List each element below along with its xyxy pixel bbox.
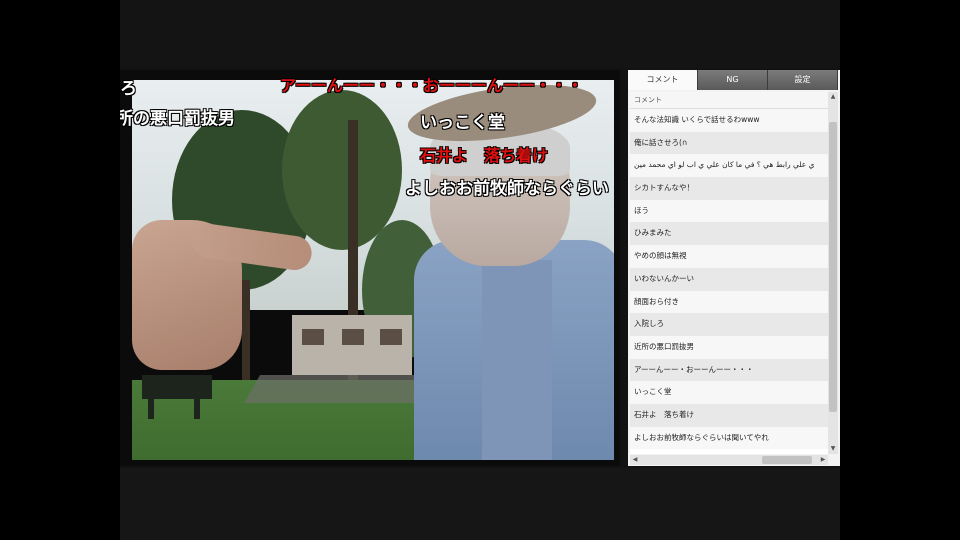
comment-row[interactable]: 俺に話させろ(∩: [630, 131, 828, 155]
picnic-table-leg: [148, 395, 154, 419]
comment-row[interactable]: 入院しろ: [630, 313, 828, 336]
scroll-up-icon[interactable]: ▲: [828, 92, 838, 102]
comment-row[interactable]: そんな法知識 いくらで話せるわwww: [630, 109, 828, 132]
scrollbar-thumb[interactable]: [829, 122, 837, 412]
overlay-comment: アーーんーー・・・おーーーんーー・・・: [280, 76, 584, 95]
comment-row[interactable]: 近所の悪口罰抜男: [630, 335, 828, 359]
overlay-comment: 石井よ 落ち着け: [420, 146, 549, 165]
background-building: [292, 315, 412, 375]
scroll-down-icon[interactable]: ▼: [828, 444, 838, 454]
overlay-comment: 所の悪口罰抜男: [120, 109, 235, 129]
video-frame: [132, 80, 614, 460]
comment-row[interactable]: ほう: [630, 199, 828, 223]
comment-row[interactable]: よしおお前牧師ならぐらいは聞いてやれ: [630, 426, 828, 450]
picnic-table-leg: [194, 395, 200, 419]
comment-row[interactable]: 石井よ 落ち着け: [630, 403, 828, 427]
comment-row[interactable]: ي علي رابط هي ؟ في ما كان علي ي اب لو اي…: [630, 154, 828, 178]
scroll-left-icon[interactable]: ◀: [630, 455, 640, 465]
comment-panel: コメント NG 設定 コメント そんな法知識 いくらで話せるわwww 俺に話させろ…: [628, 70, 840, 466]
comment-row[interactable]: 顔面おら付き: [630, 290, 828, 314]
comment-list-header[interactable]: コメント: [630, 92, 828, 109]
comment-list[interactable]: コメント そんな法知識 いくらで話せるわwww 俺に話させろ(∩ ي علي راب…: [630, 92, 828, 454]
panel-tabs: コメント NG 設定: [628, 70, 838, 90]
overlay-comment: よしおお前牧師ならぐらい: [405, 179, 609, 199]
comment-row[interactable]: いっこく堂: [630, 381, 828, 404]
overlay-comment: いっこく堂: [420, 113, 505, 133]
comment-row[interactable]: シカトすんなや！: [630, 177, 828, 200]
comment-list-scrollbar[interactable]: ▲ ▼: [828, 92, 838, 454]
tab-settings[interactable]: 設定: [768, 70, 838, 90]
video-player[interactable]: ろ 所の悪口罰抜男 アーーんーー・・・おーーーんーー・・・ いっこく堂 石井よ …: [120, 70, 620, 466]
scroll-right-icon[interactable]: ▶: [818, 455, 828, 465]
tab-comments[interactable]: コメント: [628, 70, 698, 90]
letterbox-top-bar: [120, 0, 840, 68]
comment-row[interactable]: ひみまみた: [630, 222, 828, 246]
comment-row[interactable]: アーーんーー・おーーんーー・・・: [630, 358, 828, 382]
comment-row[interactable]: やめの顔は無視: [630, 245, 828, 268]
man-shirt: [482, 260, 552, 460]
overlay-comment: ろ: [120, 79, 137, 99]
tree-trunk-left: [242, 280, 250, 380]
letterbox-bottom-bar: [120, 468, 840, 540]
tab-ng[interactable]: NG: [698, 70, 768, 90]
comment-list-hscrollbar[interactable]: ◀ ▶: [630, 455, 828, 465]
hscrollbar-thumb[interactable]: [762, 456, 812, 464]
comment-row[interactable]: いわないんかーい: [630, 267, 828, 291]
